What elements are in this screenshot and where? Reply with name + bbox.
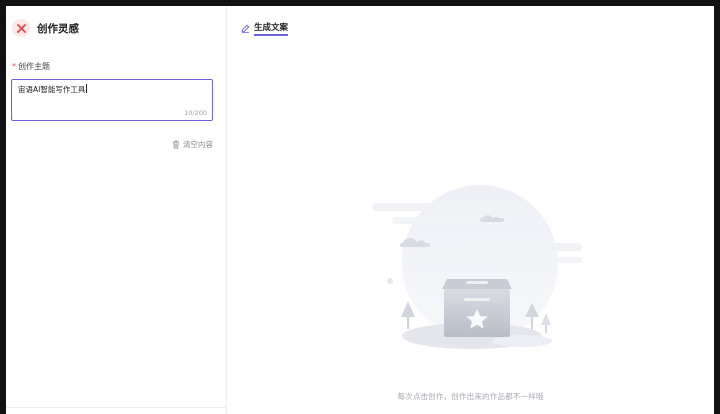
close-x-icon — [12, 19, 30, 37]
clear-content-button[interactable]: 清空内容 — [172, 139, 213, 150]
clear-content-label: 清空内容 — [183, 140, 213, 149]
app-window: 创作灵感 * 创作主题 宙语AI智能写作工具 10/200 清空内容 生成文案 — [6, 6, 714, 414]
topic-field-label: * 创作主题 — [12, 61, 50, 72]
pencil-icon — [241, 24, 250, 33]
required-mark: * — [12, 62, 16, 71]
empty-state-illustration — [372, 185, 582, 349]
sidebar-header: 创作灵感 — [12, 19, 79, 37]
topic-label-text: 创作主题 — [18, 62, 50, 71]
tab-generate-copy-label: 生成文案 — [254, 21, 289, 36]
output-panel: 生成文案 每次点击创作，创作出来的作品都不一样哦 — [227, 6, 714, 414]
empty-state-message: 每次点击创作，创作出来的作品都不一样哦 — [397, 392, 544, 401]
text-caret — [86, 84, 88, 93]
char-counter: 10/200 — [184, 109, 207, 117]
topic-textarea[interactable]: 宙语AI智能写作工具 10/200 — [11, 79, 213, 121]
trash-icon — [173, 140, 179, 149]
tab-generate-copy[interactable]: 生成文案 — [241, 21, 289, 36]
sidebar-title: 创作灵感 — [37, 22, 79, 35]
sidebar-divider — [6, 407, 226, 408]
sidebar-panel: 创作灵感 * 创作主题 宙语AI智能写作工具 10/200 清空内容 — [6, 6, 227, 414]
topic-textarea-value: 宙语AI智能写作工具 — [18, 84, 88, 94]
